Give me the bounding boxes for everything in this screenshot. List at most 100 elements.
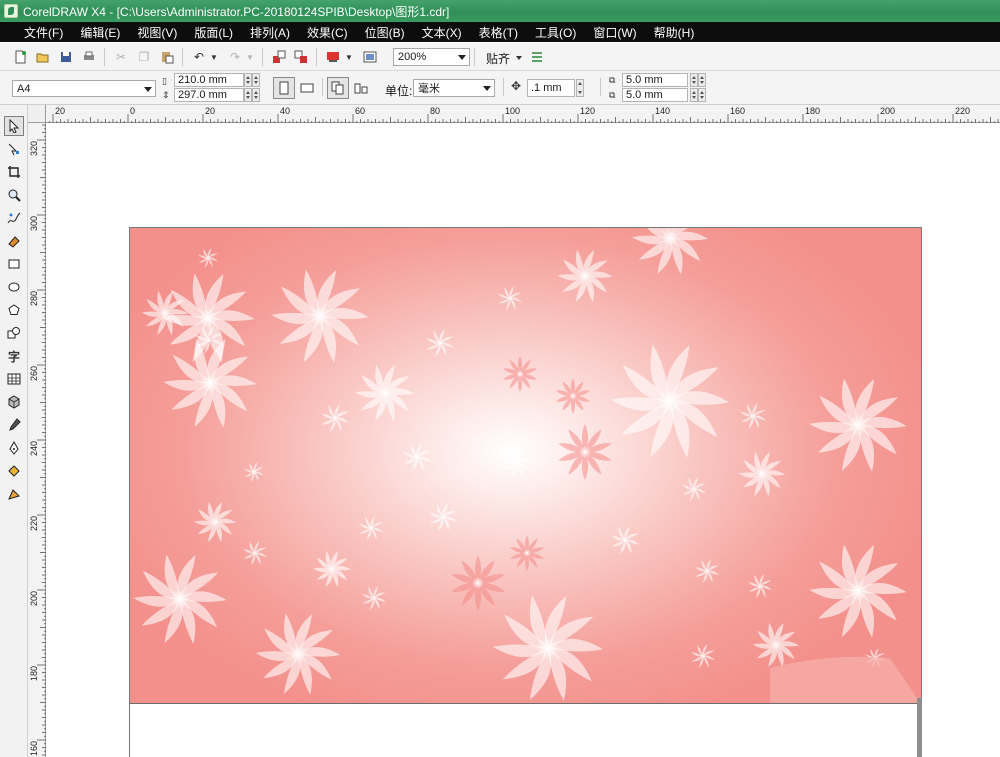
- paste-icon[interactable]: [158, 48, 176, 66]
- ruler-origin[interactable]: [28, 105, 46, 123]
- ellipse-tool-icon[interactable]: [4, 277, 24, 297]
- flower-shape[interactable]: [450, 555, 505, 611]
- flower-shape[interactable]: [498, 286, 522, 310]
- basic-shapes-tool-icon[interactable]: [4, 323, 24, 343]
- rectangle-tool-icon[interactable]: [4, 254, 24, 274]
- all-pages-button[interactable]: [327, 77, 349, 99]
- launcher-dropdown-icon[interactable]: ▼: [344, 48, 354, 66]
- crop-tool-icon[interactable]: [4, 162, 24, 182]
- table-tool-icon[interactable]: [4, 369, 24, 389]
- flower-shape[interactable]: [271, 269, 369, 363]
- page-width-spinner-alt[interactable]: [252, 73, 260, 87]
- duplicate-y-input[interactable]: 5.0 mm: [622, 88, 688, 102]
- menu-layout[interactable]: 版面(L): [194, 24, 233, 41]
- zoom-tool-icon[interactable]: [4, 185, 24, 205]
- flower-shape[interactable]: [809, 378, 907, 472]
- welcome-screen-icon[interactable]: [361, 48, 379, 66]
- outline-tool-icon[interactable]: [4, 438, 24, 458]
- nudge-distance-spinner[interactable]: [576, 79, 584, 97]
- menu-view[interactable]: 视图(V): [137, 24, 177, 41]
- paper-size-select[interactable]: A4: [12, 80, 156, 97]
- pick-tool-icon[interactable]: [4, 116, 24, 136]
- flower-shape[interactable]: [610, 344, 730, 458]
- menu-bitmaps[interactable]: 位图(B): [365, 24, 405, 41]
- duplicate-x-spinner[interactable]: [690, 73, 698, 87]
- flower-shape[interactable]: [429, 503, 457, 531]
- gradient-flower-artwork[interactable]: [130, 228, 921, 704]
- undo-dropdown-icon[interactable]: ▼: [209, 48, 219, 66]
- flower-shape[interactable]: [321, 404, 349, 432]
- flower-shape[interactable]: [631, 228, 709, 275]
- flower-shape[interactable]: [695, 559, 719, 583]
- nudge-distance-input[interactable]: .1 mm: [527, 79, 575, 97]
- flower-shape[interactable]: [255, 613, 341, 695]
- vertical-scrollbar-thumb[interactable]: [917, 698, 922, 757]
- flower-shape[interactable]: [557, 249, 613, 303]
- horizontal-ruler[interactable]: 20 0 20 40 60 80 100 120 140 160 180 200 220: [46, 105, 1000, 123]
- duplicate-x-spinner-alt[interactable]: [698, 73, 706, 87]
- current-page-button[interactable]: [350, 77, 372, 99]
- drawing-canvas[interactable]: [46, 123, 1000, 757]
- menu-file[interactable]: 文件(F): [24, 24, 63, 41]
- menu-help[interactable]: 帮助(H): [654, 24, 695, 41]
- flower-shape[interactable]: [359, 516, 383, 540]
- open-icon[interactable]: [34, 48, 52, 66]
- flower-shape[interactable]: [738, 451, 786, 497]
- flower-shape[interactable]: [682, 477, 706, 501]
- flower-shape[interactable]: [193, 501, 237, 543]
- page-height-spinner-alt[interactable]: [252, 88, 260, 102]
- flower-shape[interactable]: [740, 403, 766, 429]
- eyedropper-tool-icon[interactable]: [4, 415, 24, 435]
- flower-shape[interactable]: [809, 544, 907, 638]
- cut-icon[interactable]: ✂: [112, 48, 130, 66]
- new-document-icon[interactable]: [11, 48, 29, 66]
- print-icon[interactable]: [80, 48, 98, 66]
- freehand-tool-icon[interactable]: [4, 208, 24, 228]
- flower-shape[interactable]: [244, 462, 264, 482]
- smart-fill-tool-icon[interactable]: [4, 231, 24, 251]
- flower-shape[interactable]: [691, 644, 715, 668]
- interactive-effects-tool-icon[interactable]: [4, 392, 24, 412]
- page-width-spinner[interactable]: [244, 73, 252, 87]
- flower-shape[interactable]: [163, 338, 257, 428]
- shape-tool-icon[interactable]: [4, 139, 24, 159]
- flower-shape[interactable]: [403, 443, 431, 471]
- export-icon[interactable]: [292, 48, 310, 66]
- menu-table[interactable]: 表格(T): [479, 24, 518, 41]
- duplicate-y-spinner[interactable]: [690, 88, 698, 102]
- flower-shape[interactable]: [752, 622, 800, 668]
- import-icon[interactable]: [270, 48, 288, 66]
- redo-icon[interactable]: ↷: [226, 48, 244, 66]
- flower-shape[interactable]: [502, 450, 530, 478]
- flower-shape[interactable]: [312, 550, 352, 588]
- save-icon[interactable]: [57, 48, 75, 66]
- redo-dropdown-icon[interactable]: ▼: [245, 48, 255, 66]
- flower-shape[interactable]: [611, 526, 639, 554]
- interactive-fill-tool-icon[interactable]: [4, 484, 24, 504]
- flower-shape[interactable]: [362, 586, 386, 610]
- menu-tools[interactable]: 工具(O): [535, 24, 576, 41]
- page-width-input[interactable]: 210.0 mm: [174, 73, 244, 87]
- flower-shape[interactable]: [243, 541, 267, 565]
- flower-shape[interactable]: [355, 364, 415, 422]
- snap-to-button[interactable]: 贴齐: [486, 50, 510, 67]
- flower-shape[interactable]: [133, 554, 227, 644]
- page-height-spinner[interactable]: [244, 88, 252, 102]
- zoom-level-select[interactable]: 200%: [393, 48, 470, 66]
- flower-shape[interactable]: [555, 378, 591, 414]
- application-launcher-icon[interactable]: [324, 48, 342, 66]
- flower-shape[interactable]: [492, 595, 604, 701]
- flower-shape[interactable]: [426, 329, 454, 357]
- menu-effects[interactable]: 效果(C): [307, 24, 348, 41]
- flower-shape[interactable]: [557, 424, 612, 480]
- portrait-orientation-button[interactable]: [273, 77, 295, 99]
- flower-shape[interactable]: [198, 248, 218, 268]
- copy-icon[interactable]: ❐: [135, 48, 153, 66]
- text-tool-icon[interactable]: 字: [4, 346, 24, 366]
- flower-shape[interactable]: [748, 574, 772, 598]
- landscape-orientation-button[interactable]: [296, 77, 318, 99]
- menu-window[interactable]: 窗口(W): [593, 24, 636, 41]
- page-height-input[interactable]: 297.0 mm: [174, 88, 244, 102]
- snap-options-icon[interactable]: [528, 48, 546, 66]
- polygon-tool-icon[interactable]: [4, 300, 24, 320]
